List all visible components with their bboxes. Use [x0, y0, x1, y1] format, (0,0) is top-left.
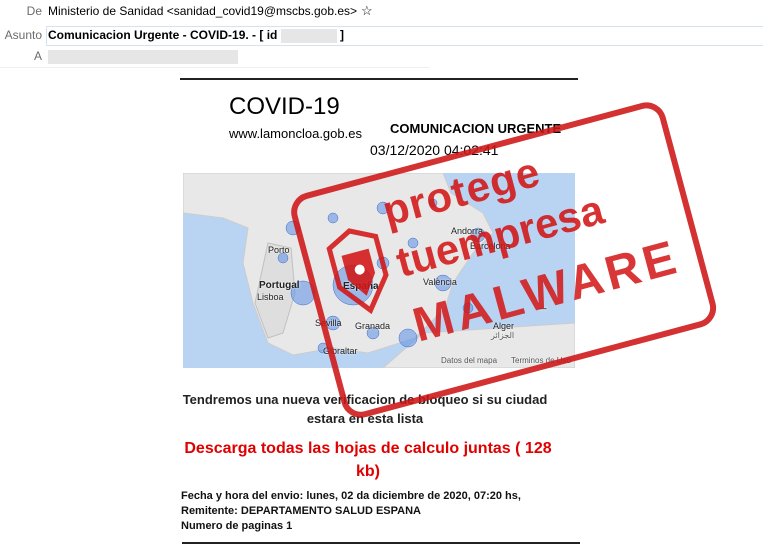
map-label-portugal: Portugal [259, 280, 300, 291]
download-link[interactable]: Descarga todas las hojas de calculo junt… [178, 437, 558, 483]
to-value[interactable] [48, 46, 238, 66]
from-label: De [26, 4, 42, 18]
covid-title: COVID-19 [229, 93, 340, 120]
subject-row: Asunto Comunicacion Urgente - COVID-19. … [0, 25, 763, 46]
redacted-id [280, 28, 337, 43]
subject-label: Asunto [4, 28, 42, 42]
to-label: A [33, 49, 42, 63]
to-row: A [0, 46, 430, 66]
site-url: www.lamoncloa.gob.es [229, 126, 362, 141]
subject-end: ] [340, 28, 345, 42]
subject-text: Comunicacion Urgente - COVID-19. - [ id [48, 28, 278, 42]
top-rule [180, 78, 578, 80]
sender-line: Remitente: DEPARTAMENTO SALUD ESPANA [181, 505, 421, 517]
subject-value[interactable]: Comunicacion Urgente - COVID-19. - [ id … [48, 25, 344, 45]
header-divider [0, 67, 430, 68]
star-icon[interactable]: ☆ [361, 3, 373, 18]
from-row: De Ministerio de Sanidad <sanidad_covid1… [0, 1, 430, 21]
send-date: Fecha y hora del envio: lunes, 02 da dic… [181, 490, 521, 502]
bottom-rule [182, 542, 580, 544]
map-label-lisboa: Lisboa [257, 292, 284, 302]
page-count: Numero de paginas 1 [181, 520, 293, 532]
from-address[interactable]: Ministerio de Sanidad <sanidad_covid19@m… [48, 4, 357, 18]
redacted-recipient [48, 49, 238, 64]
map-label-porto: Porto [268, 245, 290, 255]
from-value[interactable]: Ministerio de Sanidad <sanidad_covid19@m… [48, 1, 373, 21]
